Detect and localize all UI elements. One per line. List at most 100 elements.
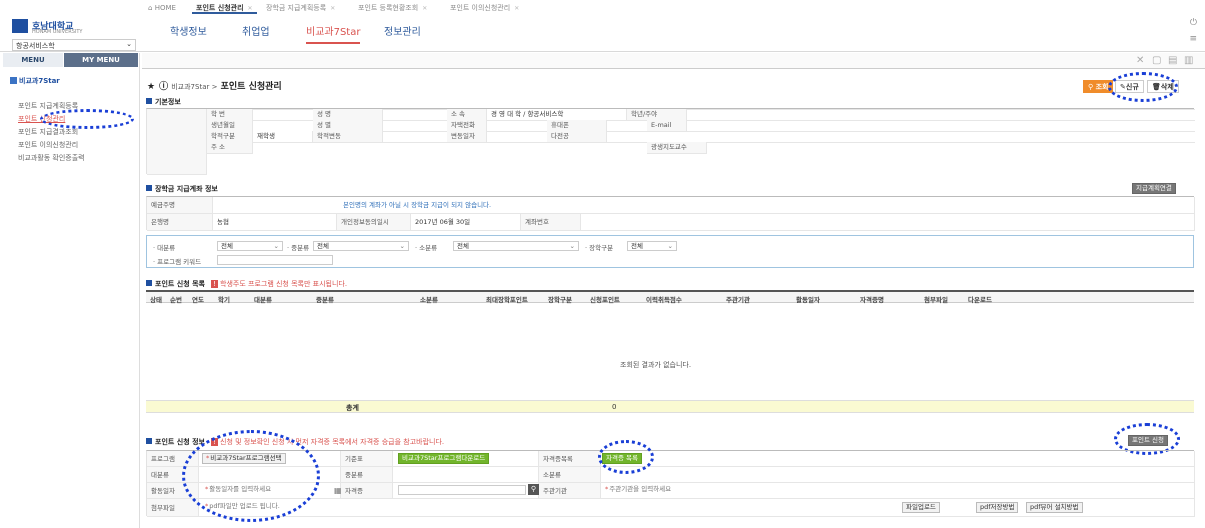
menu-icon[interactable]: ≡ [1189, 34, 1197, 44]
file-upload-button[interactable]: 파일업로드 [902, 502, 940, 513]
value-mobile [607, 120, 647, 121]
tab-bar [142, 53, 1205, 69]
plan-link-button[interactable]: 지급계획연결 [1132, 183, 1176, 194]
tab-menu[interactable]: MENU [3, 53, 63, 67]
value-home-phone [487, 120, 547, 121]
label-bank: 은행명 [147, 214, 213, 231]
filter-major-text: 대분류 [157, 244, 176, 252]
menu-item-result[interactable]: 포인트 지급결과조회 [18, 127, 78, 137]
logo-sub: HONAM UNIVERSITY [32, 29, 83, 35]
filter-type-label: · 장학구분 [585, 244, 614, 252]
chevron-down-icon: ⌄ [273, 242, 279, 250]
star-icon[interactable]: ★ [147, 82, 155, 92]
filter-mid-label: · 중분류 [287, 244, 310, 252]
nav-info-mgmt[interactable]: 정보관리 [384, 23, 421, 38]
sum-row: 총계 0 [146, 401, 1194, 413]
dept-value: 항공서비스학 [16, 42, 55, 50]
tab-point-apply[interactable]: 포인트 신청관리 ✕ [192, 2, 257, 14]
sum-label: 총계 [346, 404, 359, 412]
menu-item-certificate[interactable]: 비교과활동 확인증출력 [18, 153, 85, 163]
value-multi-major [607, 131, 1195, 132]
section-scholarship: 장학금 지급계좌 정보 [146, 184, 218, 194]
value-account [581, 214, 1195, 231]
tab-my-menu[interactable]: MY MENU [64, 53, 138, 67]
close-icon[interactable]: ✕ [514, 5, 519, 12]
nav-student-info[interactable]: 학생정보 [170, 23, 207, 38]
chevron-down-icon: ⌄ [399, 242, 405, 250]
home-icon: ⌂ [148, 4, 153, 12]
label-account: 계좌번호 [521, 214, 581, 231]
section-title: 장학금 지급계좌 정보 [155, 185, 218, 193]
label-minor: 소분류 [539, 467, 601, 483]
nav-7star[interactable]: 비교과7Star [306, 23, 361, 44]
tab-label: 포인트 신청관리 [196, 4, 244, 12]
folder-icon [10, 77, 17, 84]
value-bank: 농협 [213, 214, 337, 231]
filter-type-text: 장학구분 [589, 244, 614, 252]
org-input[interactable]: *주관기관을 입력하세요 [602, 485, 742, 495]
close-icon[interactable]: ✕ [330, 5, 335, 12]
label-org: 주관기관 [539, 483, 601, 499]
layout-1-icon[interactable]: ▢ [1152, 55, 1161, 66]
close-icon[interactable]: ✕ [248, 5, 253, 12]
tab-point-objection[interactable]: 포인트 이의신청관리 ✕ [446, 2, 523, 14]
menu-root[interactable]: 비교과7Star [10, 76, 60, 86]
list-note: ! 학생주도 프로그램 신청 목록만 표시됩니다. [210, 280, 348, 288]
breadcrumb: 비교과7Star > [171, 83, 218, 91]
tab-point-status[interactable]: 포인트 등록현황조회 ✕ [354, 2, 431, 14]
power-icon[interactable]: ⏻ [1190, 18, 1197, 28]
label-holder: 예금주명 [147, 197, 213, 214]
required-mark: * [605, 485, 609, 493]
university-logo[interactable]: 호남대학교 HONAM UNIVERSITY [12, 19, 122, 37]
chevron-down-icon: ⌄ [126, 40, 132, 48]
calendar-icon[interactable]: ▦ [334, 486, 342, 495]
label-agree-date: 개인정보동의일시 [337, 214, 411, 231]
annotation-circle [598, 440, 654, 474]
tab-home[interactable]: ⌂ HOME [144, 2, 180, 14]
value-birth [253, 120, 313, 121]
menu-item-objection[interactable]: 포인트 이의신청관리 [18, 140, 78, 150]
close-icon[interactable]: ✕ [422, 5, 427, 12]
page-title-text: 포인트 신청관리 [220, 82, 282, 92]
section-bullet-icon [146, 280, 152, 286]
close-all-icon[interactable]: ✕ [1136, 55, 1144, 66]
search-icon[interactable]: ⚲ [528, 484, 539, 495]
filter-mid-value: 전체 [317, 242, 329, 250]
filter-type-select[interactable]: 전체 ⌄ [627, 241, 677, 251]
annotation-circle [1108, 72, 1178, 102]
scholarship-table: 예금주명 본인명의 계좌가 아닐 시 장학금 지급이 되지 않습니다. 은행명 … [146, 196, 1195, 231]
page-title: ★ ⓘ 비교과7Star > 포인트 신청관리 [147, 79, 282, 92]
list-note-text: 학생주도 프로그램 신청 목록만 표시됩니다. [220, 280, 348, 288]
help-icon[interactable]: ⓘ [159, 82, 168, 92]
value-name [383, 109, 447, 110]
section-bullet-icon [146, 98, 152, 104]
filter-minor-text: 소분류 [419, 244, 438, 252]
label-advisor: 광생지도교수 [647, 142, 707, 154]
dept-select[interactable]: 항공서비스학 ⌄ [12, 39, 136, 51]
tab-scholar-plan[interactable]: 장학금 지급계획등록 ✕ [262, 2, 339, 14]
pdf-save-guide-button[interactable]: pdf저장방법 [976, 502, 1019, 513]
mid-cell [393, 467, 539, 483]
section-basic-info: 기본정보 [146, 97, 181, 107]
cert-list-cell [601, 451, 1195, 467]
cert-input[interactable] [398, 485, 526, 495]
layout-2-icon[interactable]: ▤ [1168, 55, 1177, 66]
filter-major-value: 전체 [221, 242, 233, 250]
search-icon: ⚲ [1088, 83, 1094, 91]
program-download-button[interactable]: 비교과7Star프로그램다운로드 [398, 453, 490, 464]
value-agree-date: 2017년 06월 30일 [411, 214, 521, 231]
layout-3-icon[interactable]: ▥ [1184, 55, 1193, 66]
tab-label: 포인트 등록현황조회 [358, 4, 419, 12]
value-email [687, 120, 1195, 121]
filter-minor-select[interactable]: 전체 ⌄ [453, 241, 579, 251]
nav-employment[interactable]: 취업업 [242, 23, 270, 38]
label-attach: 첨부파일 [147, 499, 199, 517]
value-student-id [253, 109, 313, 110]
filter-major-select[interactable]: 전체 ⌄ [217, 241, 283, 251]
logo-mark-icon [12, 19, 28, 33]
filter-mid-select[interactable]: 전체 ⌄ [313, 241, 409, 251]
pdf-viewer-guide-button[interactable]: pdf뷰어 설치방법 [1026, 502, 1083, 513]
filter-prog-input[interactable] [217, 255, 333, 265]
value-change-date [487, 131, 547, 132]
value-grade [687, 109, 1195, 110]
